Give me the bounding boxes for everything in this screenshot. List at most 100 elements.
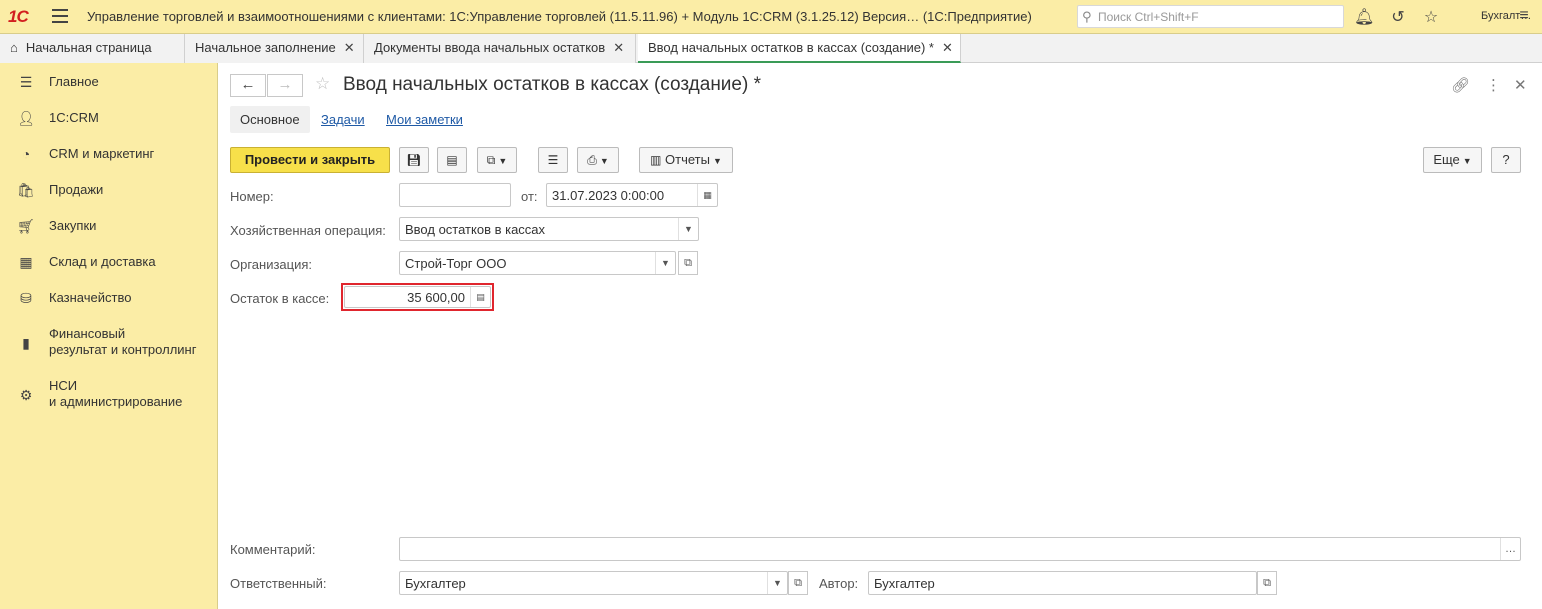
author-label: Автор:: [819, 576, 859, 591]
number-field[interactable]: [399, 183, 511, 207]
author-field: Бухгалтер: [868, 571, 1257, 595]
tab-opening-balance-docs[interactable]: Документы ввода начальных остатков ✕: [364, 34, 636, 63]
sidebar-item-main[interactable]: ☰ Главное: [0, 74, 218, 92]
sidebar-item-sales[interactable]: 🛍︎ Продажи: [0, 182, 218, 200]
sidebar-item-label: результат и контроллинг: [49, 342, 197, 357]
organization-select[interactable]: Строй-Торг ООО ▼: [399, 251, 676, 275]
author-value: Бухгалтер: [874, 576, 935, 591]
sidebar-item-treasury[interactable]: ⛁ Казначейство: [0, 290, 218, 308]
sidebar-item-label: Склад и доставка: [49, 254, 156, 269]
sections-sidebar: ☰ Главное 👤︎ 1С:CRM ◔ CRM и маркетинг 🛍︎…: [0, 63, 218, 609]
close-icon[interactable]: ✕: [613, 40, 624, 55]
pie-chart-icon: ◔: [21, 146, 31, 162]
back-button[interactable]: ←: [230, 74, 266, 97]
sidebar-item-crm[interactable]: 👤︎ 1С:CRM: [0, 110, 218, 128]
close-icon[interactable]: ✕: [344, 40, 355, 55]
responsible-select[interactable]: Бухгалтер ▼: [399, 571, 788, 595]
tab-main[interactable]: Основное: [230, 106, 310, 133]
bell-icon[interactable]: 🔔︎: [1354, 7, 1374, 27]
history-icon[interactable]: ↺: [1388, 7, 1408, 27]
sidebar-item-warehouse[interactable]: ▦ Склад и доставка: [0, 254, 218, 272]
responsible-value: Бухгалтер: [405, 576, 466, 591]
calculator-icon[interactable]: ▤: [470, 287, 490, 307]
reports-label: Отчеты: [665, 152, 710, 167]
document-form: ← → ☆ Ввод начальных остатков в кассах (…: [219, 63, 1542, 609]
organization-value: Строй-Торг ООО: [405, 256, 507, 271]
page-title: Ввод начальных остатков в кассах (создан…: [343, 74, 761, 95]
top-bar: 1С Управление торговлей и взаимоотношени…: [0, 0, 1542, 34]
global-search[interactable]: ⚲: [1077, 5, 1344, 28]
print-button[interactable]: ⎙ ▼: [577, 147, 619, 173]
grid-icon: ▦: [19, 254, 33, 270]
cash-balance-value: 35 600,00: [407, 290, 465, 305]
close-icon[interactable]: ✕: [1514, 76, 1527, 94]
settings-menu-icon[interactable]: ≡: [1514, 7, 1534, 25]
more-button[interactable]: Еще ▼: [1423, 147, 1482, 173]
open-window-icon: ⧉: [794, 577, 802, 589]
ellipsis-icon[interactable]: …: [1500, 538, 1520, 560]
sidebar-item-purchases[interactable]: 🛒︎ Закупки: [0, 218, 218, 236]
post-and-close-button[interactable]: Провести и закрыть: [230, 147, 390, 173]
link-icon[interactable]: 🔗︎: [1451, 76, 1470, 94]
create-based-icon: ⧉: [486, 153, 496, 167]
tab-home[interactable]: ⌂ Начальная страница: [0, 34, 185, 63]
date-from-label: от:: [521, 189, 538, 204]
open-responsible-button[interactable]: ⧉: [788, 571, 808, 595]
sidebar-item-label: Казначейство: [49, 290, 132, 305]
sidebar-item-nsi-admin[interactable]: ⚙ НСИ и администрирование: [0, 378, 218, 412]
post-document-icon: ▤: [446, 153, 458, 167]
shopping-bag-icon: 🛍︎: [17, 182, 35, 198]
app-logo: 1С: [8, 7, 29, 26]
open-author-button[interactable]: ⧉: [1257, 571, 1277, 595]
open-organization-button[interactable]: ⧉: [678, 251, 698, 275]
chevron-down-icon[interactable]: ▼: [655, 252, 675, 274]
journal-button[interactable]: ☰: [538, 147, 568, 173]
cash-balance-input[interactable]: 35 600,00 ▤: [344, 286, 491, 308]
sidebar-item-label: Продажи: [49, 182, 104, 197]
create-based-on-button[interactable]: ⧉ ▼: [477, 147, 517, 173]
organization-label: Организация:: [230, 257, 313, 272]
open-window-icon: ⧉: [1263, 577, 1271, 589]
sidebar-item-label: Закупки: [49, 218, 97, 233]
help-button[interactable]: ?: [1491, 147, 1521, 173]
main-menu-icon[interactable]: [52, 9, 68, 23]
sidebar-item-financial-result[interactable]: ▮ Финансовый результат и контроллинг: [0, 326, 218, 360]
post-button[interactable]: ▤: [437, 147, 467, 173]
cart-icon: 🛒︎: [17, 218, 35, 234]
sidebar-item-label: 1С:CRM: [49, 110, 99, 125]
date-field[interactable]: 31.07.2023 0:00:00 ▦: [546, 183, 718, 207]
reports-button[interactable]: ▥ Отчеты ▼: [639, 147, 733, 173]
comment-field[interactable]: …: [399, 537, 1521, 561]
more-vertical-icon[interactable]: ⋮: [1486, 76, 1501, 94]
forward-button[interactable]: →: [267, 74, 303, 97]
sidebar-item-crm-marketing[interactable]: ◔ CRM и маркетинг: [0, 146, 218, 164]
date-value: 31.07.2023 0:00:00: [552, 188, 665, 203]
sidebar-item-label: НСИ: [49, 378, 78, 393]
cash-balance-label: Остаток в кассе:: [230, 291, 330, 306]
more-label: Еще: [1433, 152, 1460, 167]
tab-tasks[interactable]: Задачи: [311, 106, 375, 133]
arrow-right-icon: →: [277, 76, 293, 93]
chevron-down-icon[interactable]: ▼: [767, 572, 787, 594]
favorite-star-icon[interactable]: ☆: [315, 74, 330, 94]
search-input[interactable]: [1098, 8, 1338, 25]
save-icon: 💾︎: [406, 153, 422, 167]
responsible-label: Ответственный:: [230, 576, 327, 591]
tab-my-notes[interactable]: Мои заметки: [376, 106, 473, 133]
chevron-down-icon[interactable]: ▼: [678, 218, 698, 240]
print-icon: ⎙: [587, 153, 597, 167]
sidebar-item-label: CRM и маркетинг: [49, 146, 155, 161]
comment-label: Комментарий:: [230, 542, 316, 557]
favorites-star-icon[interactable]: ☆: [1421, 7, 1441, 27]
tab-cash-balance-create[interactable]: Ввод начальных остатков в кассах (создан…: [638, 34, 961, 63]
tab-label: Ввод начальных остатков в кассах (создан…: [648, 40, 934, 55]
calendar-icon[interactable]: ▦: [697, 184, 717, 206]
bar-chart-icon: ▮: [22, 335, 30, 351]
tab-initial-fill[interactable]: Начальное заполнение ✕: [185, 34, 364, 63]
arrow-left-icon: ←: [240, 76, 256, 93]
close-icon[interactable]: ✕: [942, 40, 953, 55]
tab-label: Начальное заполнение: [195, 40, 336, 55]
operation-select[interactable]: Ввод остатков в кассах ▼: [399, 217, 699, 241]
save-button[interactable]: 💾︎: [399, 147, 429, 173]
sidebar-item-label: и администрирование: [49, 394, 183, 409]
